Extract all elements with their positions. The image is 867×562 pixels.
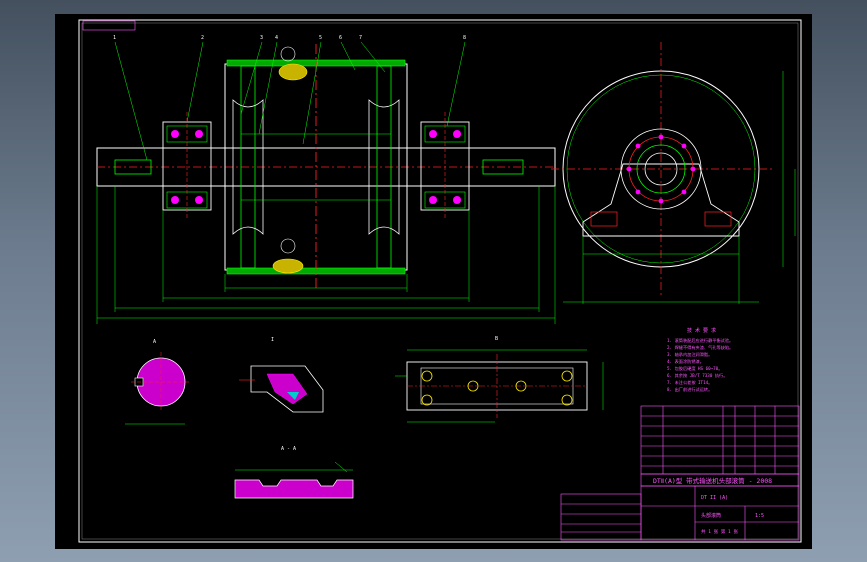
part-number-label: 4 — [275, 35, 278, 41]
sheet-frame — [78, 19, 802, 543]
part-number-labels: 1 2 3 4 5 6 7 8 — [113, 35, 466, 41]
drawing-main-title: DTⅡ(A)型 带式输送机头部滚筒 - 2008 — [653, 476, 772, 485]
bearing-plan-label: B — [495, 336, 498, 342]
dimension-lines — [96, 186, 556, 324]
shaft-cross-section: A — [125, 339, 191, 425]
part-number-label: 8 — [463, 35, 466, 41]
note-line: 4. 表面涂防锈漆。 — [667, 358, 704, 365]
part-number-label: 2 — [201, 35, 204, 41]
note-line: 3. 轴承内加注润滑脂。 — [667, 351, 712, 358]
drawing-sheet-count: 共 1 张 第 1 张 — [701, 528, 738, 535]
detail-marker-top — [280, 46, 296, 62]
part-number-label: 7 — [359, 35, 362, 41]
left-bearing-housing — [162, 112, 212, 220]
drawing-number: DT II (A) — [701, 495, 728, 501]
notes-title: 技 术 要 求 — [687, 327, 716, 334]
right-bearing-housing — [420, 112, 470, 220]
title-block — [560, 405, 800, 541]
drawing-canvas: A I B A - A 技 术 要 求 1. 滚筒装配后应进行静平衡试验。2. … — [78, 19, 802, 543]
part-number-label: 6 — [339, 35, 342, 41]
end-view — [551, 42, 796, 304]
bottom-detail-label: A - A — [281, 446, 296, 452]
note-line: 2. 焊缝不得有夹渣、气孔等缺陷。 — [667, 344, 733, 351]
sheet-inner-frame — [81, 22, 799, 540]
note-line: 6. 其余按 JB/T 7330 执行。 — [667, 372, 727, 379]
notes-list: 1. 滚筒装配后应进行静平衡试验。2. 焊缝不得有夹渣、气孔等缺陷。3. 轴承内… — [667, 337, 733, 393]
detail-1-label: I — [271, 337, 274, 343]
detail-hatch — [266, 373, 308, 405]
part-number-label: 5 — [319, 35, 322, 41]
lagging-detail-bottom — [272, 258, 304, 274]
lagging-strip-detail: A - A — [234, 446, 354, 499]
note-line: 5. 包胶后硬度 HS 60~70。 — [667, 365, 722, 372]
note-line: 8. 出厂前进行试运转。 — [667, 386, 712, 393]
note-line: 7. 未注公差按 IT14。 — [667, 379, 712, 386]
drawing-sheet: A I B A - A 技 术 要 求 1. 滚筒装配后应进行静平衡试验。 2.… — [55, 14, 812, 549]
part-number-label: 1 — [113, 35, 116, 41]
cad-viewport[interactable]: A I B A - A 技 术 要 求 1. 滚筒装配后应进行静平衡试验。 2.… — [0, 0, 867, 562]
part-number-label: 3 — [260, 35, 263, 41]
bearing-plan-view: B — [395, 336, 604, 423]
technical-notes: 技 术 要 求 1. 滚筒装配后应进行静平衡试验。2. 焊缝不得有夹渣、气孔等缺… — [667, 327, 733, 393]
weld-detail: I — [239, 337, 324, 413]
detail-marker-bottom — [280, 238, 296, 254]
strip-profile — [234, 479, 354, 499]
drawing-scale: 1:5 — [755, 513, 764, 519]
strip-leader — [334, 461, 348, 473]
note-line: 1. 滚筒装配后应进行静平衡试验。 — [667, 337, 733, 344]
drawing-name: 头部滚筒 — [701, 512, 721, 519]
main-section-view — [96, 41, 556, 324]
drawing-tag-box — [82, 20, 136, 31]
bearing-inner — [636, 144, 686, 194]
shaft-section-label: A — [153, 339, 156, 345]
end-view-dims — [563, 71, 796, 304]
lagging-detail-top — [278, 63, 308, 81]
